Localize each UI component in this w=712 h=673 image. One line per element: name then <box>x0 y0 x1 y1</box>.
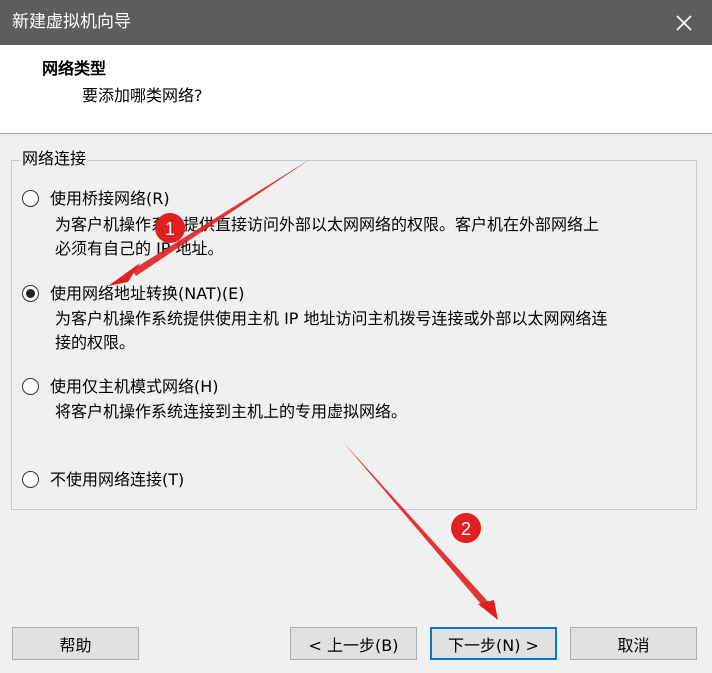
desc-line: 将客户机操作系统连接到主机上的专用虚拟网络。 <box>55 402 408 421</box>
option-label[interactable]: 使用网络地址转换(NAT)(E) <box>50 283 245 305</box>
desc-line: 接的权限。 <box>55 333 136 352</box>
radio-dot <box>26 289 35 298</box>
desc-line: 为客户机操作系统提供直接访问外部以太网网络的权限。客户机在外部网络上 <box>55 215 600 234</box>
cancel-button[interactable]: 取消 <box>570 627 697 660</box>
close-button[interactable] <box>656 0 712 45</box>
option-description: 为客户机操作系统提供直接访问外部以太网网络的权限。客户机在外部网络上 必须有自己… <box>55 213 599 261</box>
marker-2-text: 2 <box>461 519 471 539</box>
radio-circle[interactable] <box>22 378 39 395</box>
back-button[interactable]: < 上一步(B) <box>290 627 417 660</box>
marker-2-circle <box>451 513 481 543</box>
radio-circle[interactable] <box>22 471 39 488</box>
close-icon <box>676 14 692 31</box>
option-label[interactable]: 使用仅主机模式网络(H) <box>50 376 219 398</box>
window-title: 新建虚拟机向导 <box>12 12 131 32</box>
option-description: 为客户机操作系统提供使用主机 IP 地址访问主机拨号连接或外部以太网网络连 接的… <box>55 307 608 355</box>
wizard-header: 网络类型 要添加哪类网络? <box>0 45 712 134</box>
radio-circle[interactable] <box>22 190 39 207</box>
title-bar: 新建虚拟机向导 <box>0 0 712 45</box>
page-title: 网络类型 <box>42 59 107 78</box>
desc-line: 必须有自己的 IP 地址。 <box>55 239 224 258</box>
arrowhead-2 <box>478 600 498 620</box>
option-label[interactable]: 不使用网络连接(T) <box>50 469 184 491</box>
help-button[interactable]: 帮助 <box>12 627 139 660</box>
group-legend: 网络连接 <box>20 148 89 170</box>
option-description: 将客户机操作系统连接到主机上的专用虚拟网络。 <box>55 400 407 424</box>
next-button[interactable]: 下一步(N) > <box>430 627 557 660</box>
option-label[interactable]: 使用桥接网络(R) <box>50 188 170 210</box>
desc-line: 为客户机操作系统提供使用主机 IP 地址访问主机拨号连接或外部以太网网络连 <box>55 309 608 328</box>
radio-circle-selected[interactable] <box>22 285 39 302</box>
page-subtitle: 要添加哪类网络? <box>82 86 203 105</box>
